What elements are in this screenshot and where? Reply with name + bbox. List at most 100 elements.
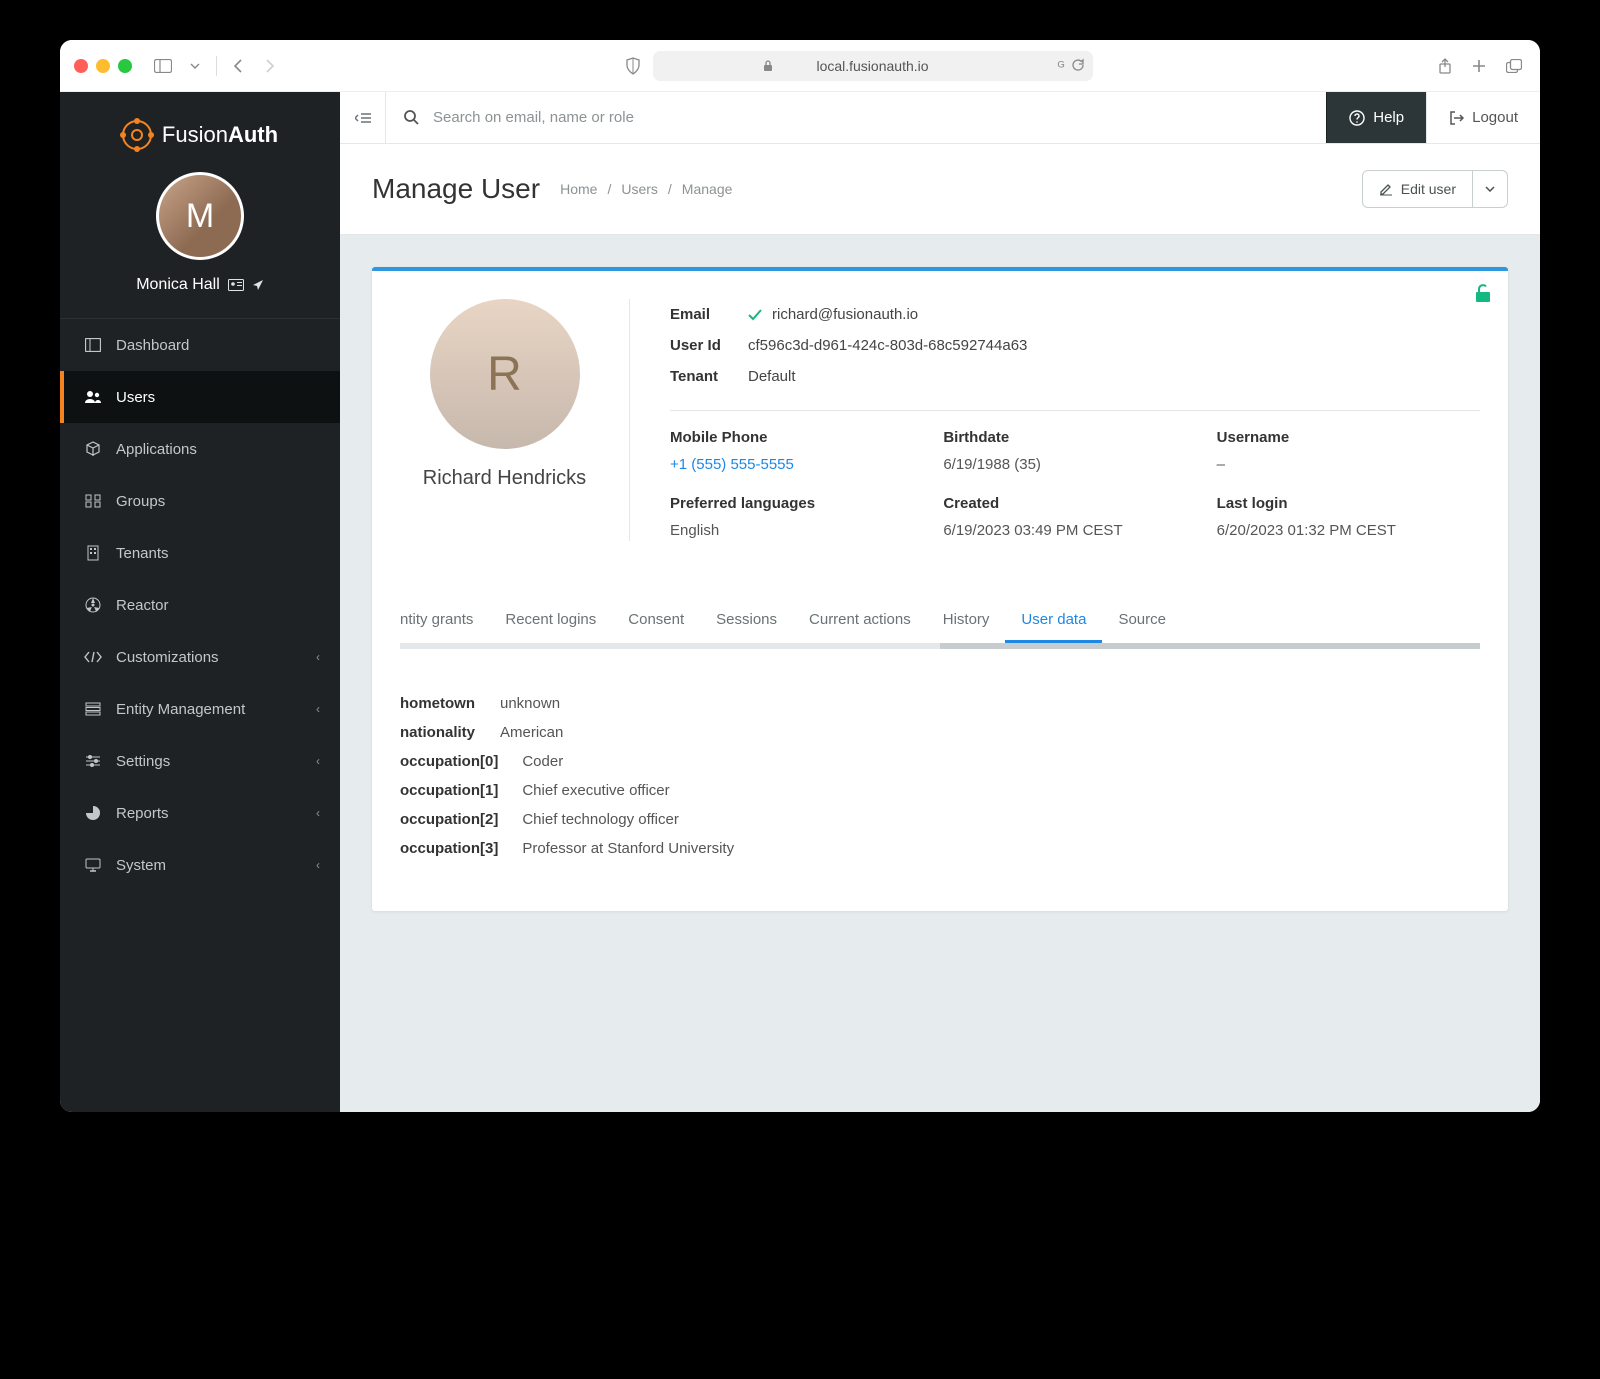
action-dropdown-button[interactable] xyxy=(1473,170,1508,208)
user-data-row: occupation[0]Coder xyxy=(400,747,1480,776)
dashboard-icon xyxy=(84,338,102,352)
user-data-row: occupation[3]Professor at Stanford Unive… xyxy=(400,834,1480,863)
mobile-phone-label: Mobile Phone xyxy=(670,429,933,446)
users-icon xyxy=(84,390,102,404)
user-avatar: R xyxy=(430,299,580,449)
sidebar-item-label: Dashboard xyxy=(116,337,189,354)
sidebar-item-dashboard[interactable]: Dashboard xyxy=(60,319,340,371)
sidebar-item-reactor[interactable]: Reactor xyxy=(60,579,340,631)
database-icon xyxy=(84,702,102,716)
breadcrumb-current: Manage xyxy=(682,181,733,197)
reload-icon[interactable] xyxy=(1071,58,1085,74)
tab-scrollbar[interactable] xyxy=(400,643,1480,649)
edit-user-button[interactable]: Edit user xyxy=(1362,170,1473,208)
sidebar-item-entity-management[interactable]: Entity Management ‹ xyxy=(60,683,340,735)
share-icon[interactable] xyxy=(1434,54,1456,78)
new-tab-icon[interactable] xyxy=(1468,55,1490,77)
browser-titlebar: local.fusionauth.io ᴳ xyxy=(60,40,1540,92)
lock-icon xyxy=(763,60,773,72)
tab-entity-grants[interactable]: ntity grants xyxy=(400,599,489,643)
tab-current-actions[interactable]: Current actions xyxy=(793,599,927,643)
mobile-phone-value[interactable]: +1 (555) 555-5555 xyxy=(670,454,933,475)
id-card-icon[interactable] xyxy=(228,279,244,291)
app-logo: FusionAuth xyxy=(60,92,340,164)
sidebar-item-label: Settings xyxy=(116,753,170,770)
maximize-window-button[interactable] xyxy=(118,59,132,73)
sidebar-item-label: Entity Management xyxy=(116,701,245,718)
user-id-value: cf596c3d-d961-424c-803d-68c592744a63 xyxy=(748,337,1027,354)
sidebar-item-system[interactable]: System ‹ xyxy=(60,839,340,891)
sidebar-item-label: System xyxy=(116,857,166,874)
chart-pie-icon xyxy=(84,805,102,821)
close-window-button[interactable] xyxy=(74,59,88,73)
translate-icon[interactable]: ᴳ xyxy=(1058,58,1065,74)
unlock-icon[interactable] xyxy=(1474,283,1492,303)
sidebar-item-label: Reports xyxy=(116,805,169,822)
forward-button[interactable] xyxy=(259,55,279,77)
window-controls xyxy=(74,59,132,73)
tab-recent-logins[interactable]: Recent logins xyxy=(489,599,612,643)
chevron-left-icon: ‹ xyxy=(316,754,320,768)
reactor-icon xyxy=(84,597,102,613)
username-label: Username xyxy=(1217,429,1480,446)
birthdate-value: 6/19/1988 (35) xyxy=(943,454,1206,475)
logo-text-2: Auth xyxy=(228,122,278,147)
page-title: Manage User xyxy=(372,173,540,205)
user-id-label: User Id xyxy=(670,337,748,354)
logout-button[interactable]: Logout xyxy=(1426,92,1540,143)
tenant-label: Tenant xyxy=(670,368,748,385)
sidebar-item-label: Groups xyxy=(116,493,165,510)
logout-icon xyxy=(1449,111,1464,125)
sidebar-profile: M Monica Hall xyxy=(60,164,340,318)
username-value: – xyxy=(1217,454,1480,475)
user-data-row: hometownunknown xyxy=(400,689,1480,718)
tab-user-data[interactable]: User data xyxy=(1005,599,1102,643)
help-button[interactable]: Help xyxy=(1326,92,1426,143)
tenant-value: Default xyxy=(748,368,796,385)
sidebar-item-users[interactable]: Users xyxy=(60,371,340,423)
last-login-label: Last login xyxy=(1217,495,1480,512)
url-display: local.fusionauth.io xyxy=(816,58,928,74)
breadcrumb-home[interactable]: Home xyxy=(560,181,597,197)
tab-consent[interactable]: Consent xyxy=(612,599,700,643)
tab-list: ntity grants Recent logins Consent Sessi… xyxy=(400,599,1480,644)
tab-sessions[interactable]: Sessions xyxy=(700,599,793,643)
collapse-sidebar-button[interactable] xyxy=(340,92,386,143)
chevron-left-icon: ‹ xyxy=(316,702,320,716)
tabs-overview-icon[interactable] xyxy=(1502,55,1526,77)
search-input[interactable] xyxy=(433,109,1308,126)
sidebar-item-settings[interactable]: Settings ‹ xyxy=(60,735,340,787)
last-login-value: 6/20/2023 01:32 PM CEST xyxy=(1217,520,1480,541)
groups-icon xyxy=(84,494,102,508)
sliders-icon xyxy=(84,754,102,768)
sidebar-item-applications[interactable]: Applications xyxy=(60,423,340,475)
dropdown-icon[interactable] xyxy=(186,59,204,73)
sidebar-item-customizations[interactable]: Customizations ‹ xyxy=(60,631,340,683)
preferred-languages-label: Preferred languages xyxy=(670,495,933,512)
sidebar-item-groups[interactable]: Groups xyxy=(60,475,340,527)
sidebar-item-tenants[interactable]: Tenants xyxy=(60,527,340,579)
location-arrow-icon[interactable] xyxy=(252,279,264,291)
chevron-left-icon: ‹ xyxy=(316,806,320,820)
page-header: Manage User Home/ Users/ Manage Edit use… xyxy=(340,144,1540,235)
address-bar[interactable]: local.fusionauth.io ᴳ xyxy=(653,51,1093,81)
avatar[interactable]: M xyxy=(156,172,244,260)
breadcrumb-users[interactable]: Users xyxy=(621,181,658,197)
sidebar-item-reports[interactable]: Reports ‹ xyxy=(60,787,340,839)
sidebar-item-label: Tenants xyxy=(116,545,169,562)
back-button[interactable] xyxy=(229,55,249,77)
search-icon xyxy=(404,110,419,125)
birthdate-label: Birthdate xyxy=(943,429,1206,446)
tab-history[interactable]: History xyxy=(927,599,1006,643)
user-data-row: occupation[2]Chief technology officer xyxy=(400,805,1480,834)
sidebar-nav: Dashboard Users Applications Groups Tena… xyxy=(60,318,340,891)
sidebar-item-label: Applications xyxy=(116,441,197,458)
sidebar-toggle-icon[interactable] xyxy=(150,55,176,77)
minimize-window-button[interactable] xyxy=(96,59,110,73)
tab-source[interactable]: Source xyxy=(1102,599,1182,643)
breadcrumb: Home/ Users/ Manage xyxy=(560,181,732,197)
privacy-shield-icon[interactable] xyxy=(621,51,645,81)
chevron-left-icon: ‹ xyxy=(316,858,320,872)
user-display-name: Richard Hendricks xyxy=(423,467,586,490)
check-icon xyxy=(748,309,762,321)
